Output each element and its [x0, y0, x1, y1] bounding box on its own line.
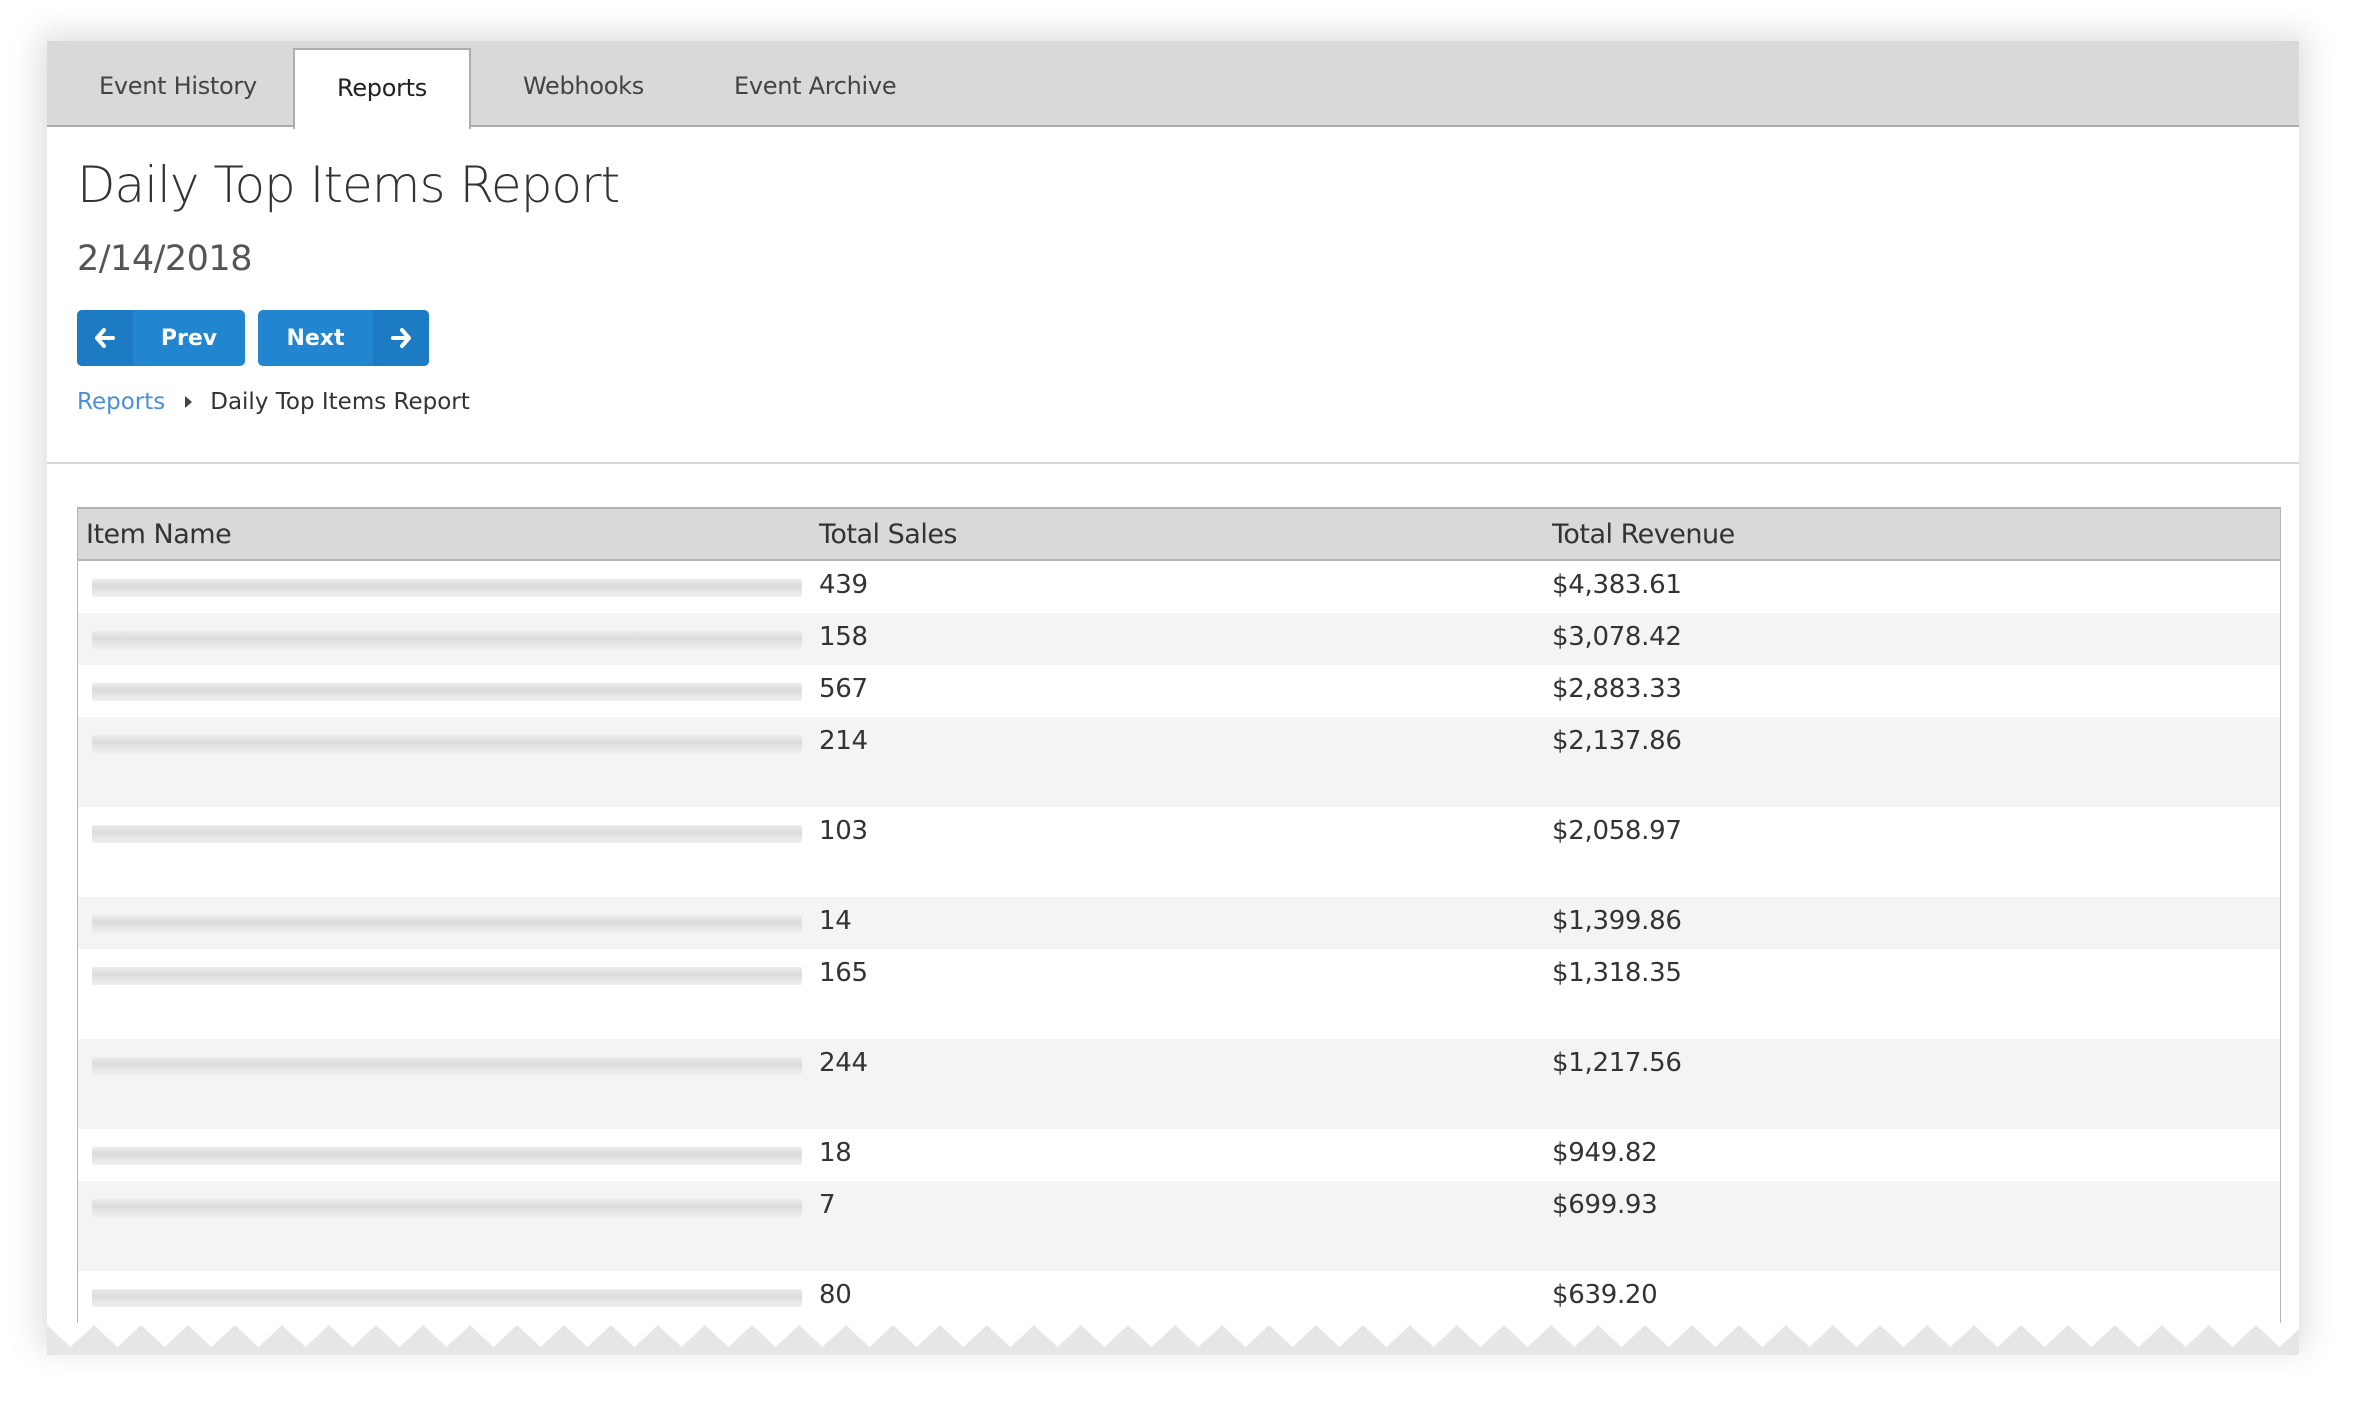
- item-name-cell: [78, 613, 819, 649]
- redacted-item-name: [92, 1199, 802, 1217]
- total-revenue-cell: $1,318.35: [1552, 958, 1682, 988]
- table-row: 80 $639.20: [78, 1271, 2280, 1323]
- total-revenue-cell: $1,399.86: [1552, 906, 1682, 936]
- total-revenue-cell: $949.82: [1552, 1138, 1658, 1168]
- item-name-cell: [78, 1271, 819, 1307]
- item-name-cell: [78, 949, 819, 985]
- total-sales-cell: 165: [819, 958, 868, 988]
- total-sales-cell: 158: [819, 622, 868, 652]
- item-name-cell: [78, 561, 819, 597]
- table-header: Item Name Total Sales Total Revenue: [78, 507, 2280, 561]
- prev-label: Prev: [160, 325, 218, 351]
- arrow-right-icon: [373, 310, 429, 366]
- total-sales-cell: 18: [819, 1138, 852, 1168]
- redacted-item-name: [92, 915, 802, 933]
- redacted-item-name: [92, 579, 802, 597]
- total-sales-cell: 80: [819, 1280, 852, 1310]
- top-items-table: Item Name Total Sales Total Revenue 439 $…: [77, 507, 2281, 1323]
- table-row: 439 $4,383.61: [78, 561, 2280, 613]
- caret-right-icon: [185, 396, 193, 408]
- main-panel: Event History Reports Webhooks Event Arc…: [47, 41, 2299, 1341]
- tab-reports[interactable]: Reports: [293, 48, 471, 129]
- total-revenue-cell: $1,217.56: [1552, 1048, 1682, 1078]
- total-sales-cell: 103: [819, 816, 868, 846]
- table-row: 7 $699.93: [78, 1181, 2280, 1271]
- redacted-item-name: [92, 1057, 802, 1075]
- header-total-revenue[interactable]: Total Revenue: [1552, 519, 2280, 550]
- total-revenue-cell: $3,078.42: [1552, 622, 1682, 652]
- total-sales-cell: 7: [819, 1190, 836, 1220]
- total-revenue-cell: $2,137.86: [1552, 726, 1682, 756]
- table-row: 214 $2,137.86: [78, 717, 2280, 807]
- total-sales-cell: 14: [819, 906, 852, 936]
- total-sales-cell: 567: [819, 674, 868, 704]
- table-row: 165 $1,318.35: [78, 949, 2280, 1039]
- total-sales-cell: 214: [819, 726, 868, 756]
- report-date: 2/14/2018: [77, 239, 252, 279]
- table-row: 14 $1,399.86: [78, 897, 2280, 949]
- item-name-cell: [78, 807, 819, 843]
- total-sales-cell: 439: [819, 570, 868, 600]
- item-name-cell: [78, 1039, 819, 1075]
- total-revenue-cell: $4,383.61: [1552, 570, 1682, 600]
- total-revenue-cell: $699.93: [1552, 1190, 1658, 1220]
- item-name-cell: [78, 717, 819, 753]
- total-revenue-cell: $639.20: [1552, 1280, 1658, 1310]
- total-sales-cell: 244: [819, 1048, 868, 1078]
- breadcrumb-current: Daily Top Items Report: [210, 389, 470, 415]
- redacted-item-name: [92, 683, 802, 701]
- arrow-left-icon: [77, 310, 133, 366]
- tab-event-history[interactable]: Event History: [47, 48, 309, 129]
- tab-bar: Event History Reports Webhooks Event Arc…: [47, 41, 2299, 129]
- total-revenue-cell: $2,883.33: [1552, 674, 1682, 704]
- header-item-name[interactable]: Item Name: [78, 519, 819, 550]
- table-row: 567 $2,883.33: [78, 665, 2280, 717]
- header-total-sales[interactable]: Total Sales: [819, 519, 1552, 550]
- torn-edge: [47, 1325, 2299, 1355]
- redacted-item-name: [92, 735, 802, 753]
- table-body: 439 $4,383.61 158 $3,078.42 567 $2,883.33 214 $…: [78, 561, 2280, 1323]
- item-name-cell: [78, 897, 819, 933]
- tab-event-archive[interactable]: Event Archive: [682, 48, 948, 129]
- breadcrumb: Reports Daily Top Items Report: [77, 389, 470, 415]
- redacted-item-name: [92, 1147, 802, 1165]
- total-revenue-cell: $2,058.97: [1552, 816, 1682, 846]
- table-row: 18 $949.82: [78, 1129, 2280, 1181]
- item-name-cell: [78, 1129, 819, 1165]
- redacted-item-name: [92, 1289, 802, 1307]
- table-row: 244 $1,217.56: [78, 1039, 2280, 1129]
- page-title: Daily Top Items Report: [77, 156, 620, 214]
- redacted-item-name: [92, 825, 802, 843]
- tab-webhooks[interactable]: Webhooks: [471, 48, 696, 129]
- breadcrumb-reports-link[interactable]: Reports: [77, 389, 165, 415]
- item-name-cell: [78, 665, 819, 701]
- item-name-cell: [78, 1181, 819, 1217]
- divider: [47, 462, 2299, 464]
- redacted-item-name: [92, 631, 802, 649]
- table-row: 158 $3,078.42: [78, 613, 2280, 665]
- next-label: Next: [286, 325, 345, 351]
- redacted-item-name: [92, 967, 802, 985]
- prev-button[interactable]: Prev: [77, 310, 245, 366]
- next-button[interactable]: Next: [258, 310, 429, 366]
- table-row: 103 $2,058.97: [78, 807, 2280, 897]
